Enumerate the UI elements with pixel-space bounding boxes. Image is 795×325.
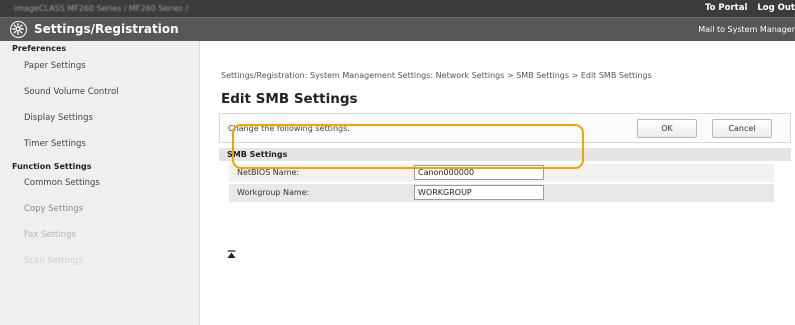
smb-settings-form: NetBIOS Name: Workgroup Name: xyxy=(219,161,791,205)
workgroup-name-label: Workgroup Name: xyxy=(237,188,310,197)
top-links: To Portal Log Out xyxy=(698,3,795,13)
section-heading-smb-settings: SMB Settings xyxy=(219,148,791,161)
workgroup-name-row: Workgroup Name: xyxy=(229,184,774,202)
breadcrumb: Settings/Registration: System Management… xyxy=(221,71,652,80)
instruction-text: Change the following settings. xyxy=(228,124,350,133)
sidebar-heading-preferences: Preferences xyxy=(12,44,67,53)
workgroup-name-input[interactable] xyxy=(414,185,544,200)
sidebar-item-display-settings[interactable]: Display Settings xyxy=(24,113,93,123)
sidebar-item-sound-volume[interactable]: Sound Volume Control xyxy=(24,87,119,97)
settings-gear-icon xyxy=(10,21,27,38)
sidebar-heading-function-settings: Function Settings xyxy=(12,162,92,171)
cancel-button[interactable]: Cancel xyxy=(712,119,772,138)
to-portal-link[interactable]: To Portal xyxy=(705,3,747,13)
sidebar-item-scan-settings[interactable]: Scan Settings xyxy=(24,256,82,266)
sidebar-item-common-settings[interactable]: Common Settings xyxy=(24,178,100,188)
back-to-top-icon[interactable] xyxy=(227,250,236,259)
netbios-name-row: NetBIOS Name: xyxy=(229,164,774,182)
ok-button[interactable]: OK xyxy=(637,119,697,138)
device-breadcrumb: imageCLASS MF260 Series / MF260 Series / xyxy=(14,4,189,13)
netbios-name-input[interactable] xyxy=(414,165,544,180)
sidebar: Preferences Paper Settings Sound Volume … xyxy=(0,41,200,325)
header-bar: Settings/Registration Mail to System Man… xyxy=(0,17,795,41)
mail-system-manager-link[interactable]: Mail to System Manager xyxy=(698,25,795,34)
action-panel: Change the following settings. OK Cancel xyxy=(219,113,791,143)
netbios-name-label: NetBIOS Name: xyxy=(237,168,300,177)
sidebar-item-fax-settings[interactable]: Fax Settings xyxy=(24,230,76,240)
app-title: Settings/Registration xyxy=(34,22,179,36)
page-title: Edit SMB Settings xyxy=(221,91,358,107)
sidebar-item-timer-settings[interactable]: Timer Settings xyxy=(24,139,86,149)
sidebar-item-copy-settings[interactable]: Copy Settings xyxy=(24,204,83,214)
sidebar-item-paper-settings[interactable]: Paper Settings xyxy=(24,61,86,71)
log-out-link[interactable]: Log Out xyxy=(757,3,795,13)
top-bar: imageCLASS MF260 Series / MF260 Series /… xyxy=(0,0,795,17)
main-content: Settings/Registration: System Management… xyxy=(201,41,795,325)
